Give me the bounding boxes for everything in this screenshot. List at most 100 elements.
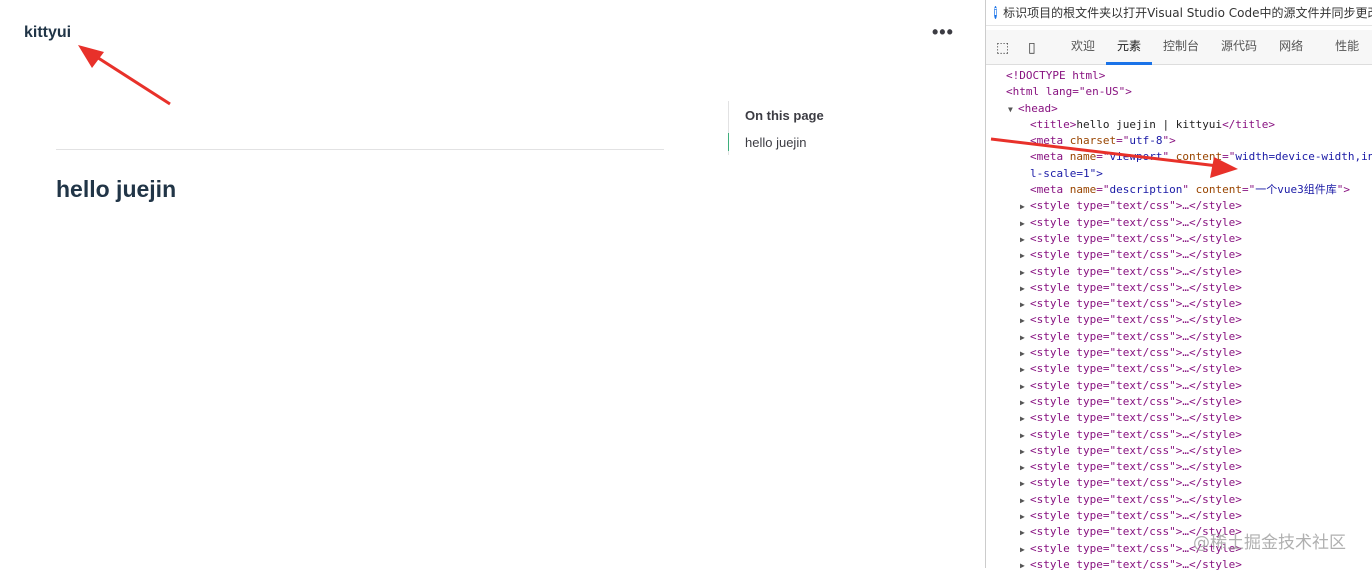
html-tag-text: <html lang="en-US">: [1006, 85, 1132, 99]
dom-node-html[interactable]: <html lang="en-US">: [986, 84, 1372, 100]
dom-node-head[interactable]: ▼ <head>: [986, 101, 1372, 117]
divider: [56, 149, 664, 150]
dom-node-style[interactable]: ▶ <style type="text/css">…</style>: [986, 361, 1372, 377]
viewport-wrap-text: l-scale=1">: [1030, 166, 1103, 180]
style-tag-text: <style type="text/css">…</style>: [1030, 231, 1242, 245]
title-text: hello juejin | kittyui: [1076, 117, 1223, 131]
collapsed-triangle-icon[interactable]: ▶: [1020, 428, 1030, 444]
collapsed-triangle-icon[interactable]: ▶: [1020, 313, 1030, 329]
dom-node-style[interactable]: ▶ <style type="text/css">…</style>: [986, 264, 1372, 280]
dom-node-style[interactable]: ▶ <style type="text/css">…</style>: [986, 345, 1372, 361]
collapsed-triangle-icon[interactable]: ▶: [1020, 476, 1030, 492]
collapsed-triangle-icon[interactable]: ▶: [1020, 411, 1030, 427]
docs-page: kittyui ••• hello juejin On this page he…: [0, 0, 985, 568]
collapsed-triangle-icon[interactable]: ▶: [1020, 232, 1030, 248]
style-tag-text: <style type="text/css">…</style>: [1030, 248, 1242, 262]
dom-node-meta-description[interactable]: <meta name="description" content="一个vue3…: [986, 182, 1372, 198]
dom-node-title[interactable]: <title>hello juejin | kittyui</title>: [986, 117, 1372, 133]
info-text: 标识项目的根文件夹以打开Visual Studio Code中的源文件并同步更改: [1003, 6, 1372, 20]
style-tag-text: <style type="text/css">…</style>: [1030, 394, 1242, 408]
dom-node-style[interactable]: ▶ <style type="text/css">…</style>: [986, 378, 1372, 394]
viewport-value: width=device-width,in: [1235, 150, 1372, 164]
style-tag-text: <style type="text/css">…</style>: [1030, 476, 1242, 490]
head-tag-text: <head>: [1018, 101, 1058, 115]
info-icon: i: [994, 6, 998, 19]
style-tag-text: <style type="text/css">…</style>: [1030, 411, 1242, 425]
dom-node-style[interactable]: ▶ <style type="text/css">…</style>: [986, 198, 1372, 214]
doctype-text: <!DOCTYPE html>: [1006, 69, 1106, 82]
dom-node-meta-charset[interactable]: <meta charset="utf-8">: [986, 133, 1372, 149]
collapsed-triangle-icon[interactable]: ▶: [1020, 346, 1030, 362]
devtools-panel: i 标识项目的根文件夹以打开Visual Studio Code中的源文件并同步…: [985, 0, 1372, 571]
collapsed-triangle-icon[interactable]: ▶: [1020, 558, 1030, 573]
description-value: 一个vue3组件库: [1255, 183, 1337, 197]
tab-console[interactable]: 控制台: [1152, 30, 1210, 65]
dom-node-meta-viewport-wrap: l-scale=1">: [986, 166, 1372, 182]
dom-node-meta-viewport[interactable]: <meta name="viewport" content="width=dev…: [986, 149, 1372, 165]
style-tag-text: <style type="text/css">…</style>: [1030, 215, 1242, 229]
dom-node-style[interactable]: ▶ <style type="text/css">…</style>: [986, 427, 1372, 443]
style-tag-text: <style type="text/css">…</style>: [1030, 443, 1242, 457]
tab-performance[interactable]: 性能: [1324, 30, 1370, 65]
style-tag-text: <style type="text/css">…</style>: [1030, 199, 1242, 213]
collapsed-triangle-icon[interactable]: ▶: [1020, 444, 1030, 460]
collapsed-triangle-icon[interactable]: ▶: [1020, 460, 1030, 476]
page-heading: hello juejin: [56, 176, 177, 202]
more-menu-button[interactable]: •••: [932, 22, 954, 43]
dom-node-style[interactable]: ▶ <style type="text/css">…</style>: [986, 475, 1372, 491]
dom-node-style[interactable]: ▶ <style type="text/css">…</style>: [986, 443, 1372, 459]
style-tag-text: <style type="text/css">…</style>: [1030, 346, 1242, 360]
site-title-link[interactable]: kittyui: [24, 24, 71, 42]
dom-node-style[interactable]: ▶ <style type="text/css">…</style>: [986, 329, 1372, 345]
style-tag-text: <style type="text/css">…</style>: [1030, 313, 1242, 327]
collapsed-triangle-icon[interactable]: ▶: [1020, 509, 1030, 525]
dom-node-style[interactable]: ▶ <style type="text/css">…</style>: [986, 459, 1372, 475]
dom-node-style[interactable]: ▶ <style type="text/css">…</style>: [986, 410, 1372, 426]
tab-sources[interactable]: 源代码: [1210, 30, 1268, 65]
collapsed-triangle-icon[interactable]: ▶: [1020, 493, 1030, 509]
collapsed-triangle-icon[interactable]: ▶: [1020, 525, 1030, 541]
tab-welcome[interactable]: 欢迎: [1060, 30, 1106, 65]
page-outline: On this page hello juejin: [728, 101, 824, 155]
collapsed-triangle-icon[interactable]: ▶: [1020, 379, 1030, 395]
watermark: @稀土掘金技术社区: [1193, 533, 1346, 553]
collapsed-triangle-icon[interactable]: ▶: [1020, 297, 1030, 313]
dom-node-style[interactable]: ▶ <style type="text/css">…</style>: [986, 215, 1372, 231]
dom-node-style[interactable]: ▶ <style type="text/css">…</style>: [986, 557, 1372, 573]
style-tag-text: <style type="text/css">…</style>: [1030, 509, 1242, 523]
dom-node-style[interactable]: ▶ <style type="text/css">…</style>: [986, 231, 1372, 247]
collapsed-triangle-icon[interactable]: ▶: [1020, 281, 1030, 297]
dom-node-style[interactable]: ▶ <style type="text/css">…</style>: [986, 247, 1372, 263]
collapsed-triangle-icon[interactable]: ▶: [1020, 330, 1030, 346]
collapsed-triangle-icon[interactable]: ▶: [1020, 265, 1030, 281]
tab-network[interactable]: 网络: [1268, 30, 1314, 65]
devtools-tabs: ⬚ ▯ 欢迎 元素 控制台 源代码 网络 性能: [986, 30, 1372, 65]
expanded-triangle-icon[interactable]: ▼: [1008, 102, 1018, 118]
collapsed-triangle-icon[interactable]: ▶: [1020, 248, 1030, 264]
style-tag-text: <style type="text/css">…</style>: [1030, 297, 1242, 311]
dom-node-style[interactable]: ▶ <style type="text/css">…</style>: [986, 312, 1372, 328]
dom-node-style[interactable]: ▶ <style type="text/css">…</style>: [986, 394, 1372, 410]
style-tag-text: <style type="text/css">…</style>: [1030, 557, 1242, 571]
collapsed-triangle-icon[interactable]: ▶: [1020, 395, 1030, 411]
info-bar: i 标识项目的根文件夹以打开Visual Studio Code中的源文件并同步…: [986, 0, 1372, 26]
device-toolbar-icon[interactable]: ▯: [1028, 39, 1048, 55]
collapsed-triangle-icon[interactable]: ▶: [1020, 542, 1030, 558]
outline-link[interactable]: hello juejin: [728, 133, 824, 151]
dom-node-doctype[interactable]: <!DOCTYPE html>: [986, 68, 1372, 84]
dom-node-style[interactable]: ▶ <style type="text/css">…</style>: [986, 508, 1372, 524]
style-tag-text: <style type="text/css">…</style>: [1030, 460, 1242, 474]
inspect-element-icon[interactable]: ⬚: [996, 39, 1016, 55]
dom-tree: <!DOCTYPE html> <html lang="en-US"> ▼ <he…: [986, 65, 1372, 573]
dom-node-style[interactable]: ▶ <style type="text/css">…</style>: [986, 296, 1372, 312]
style-tag-text: <style type="text/css">…</style>: [1030, 264, 1242, 278]
dom-node-style[interactable]: ▶ <style type="text/css">…</style>: [986, 280, 1372, 296]
tab-elements[interactable]: 元素: [1106, 30, 1153, 65]
dom-node-style[interactable]: ▶ <style type="text/css">…</style>: [986, 492, 1372, 508]
collapsed-triangle-icon[interactable]: ▶: [1020, 199, 1030, 215]
collapsed-triangle-icon[interactable]: ▶: [1020, 362, 1030, 378]
style-tag-text: <style type="text/css">…</style>: [1030, 492, 1242, 506]
style-tag-text: <style type="text/css">…</style>: [1030, 280, 1242, 294]
outline-title: On this page: [745, 108, 824, 123]
collapsed-triangle-icon[interactable]: ▶: [1020, 216, 1030, 232]
